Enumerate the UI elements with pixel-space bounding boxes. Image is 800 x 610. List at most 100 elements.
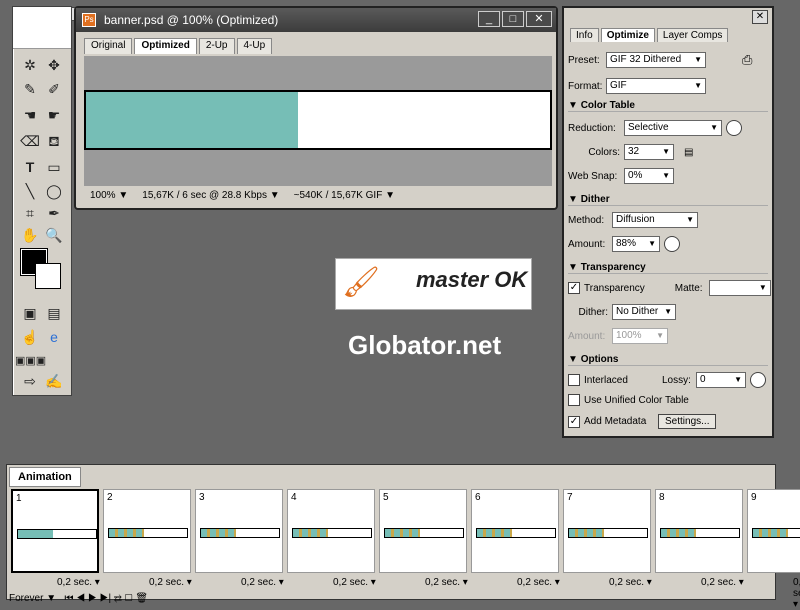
- edit-icon[interactable]: ✍: [43, 371, 65, 391]
- preset-select[interactable]: GIF 32 Dithered: [606, 52, 706, 68]
- settings-button[interactable]: Settings...: [658, 414, 717, 429]
- pen-icon[interactable]: ✎: [19, 79, 41, 99]
- method-select[interactable]: Diffusion: [612, 212, 698, 228]
- image-map-icon[interactable]: ▤: [43, 303, 65, 323]
- frame-delay[interactable]: 0,2 sec. ▾: [609, 577, 652, 588]
- loop-select[interactable]: Forever ▼ ⏮ ◀ ▶ ▶| ⇄ ▢ 🗑: [9, 593, 148, 604]
- animation-frame[interactable]: 7: [563, 489, 651, 573]
- frame-thumbnail: [200, 528, 280, 538]
- colors-label: Colors:: [588, 146, 620, 158]
- colors-select[interactable]: 32: [624, 144, 674, 160]
- reduction-select[interactable]: Selective: [624, 120, 722, 136]
- amount-select[interactable]: 88%: [612, 236, 660, 252]
- matte-select[interactable]: [708, 280, 771, 296]
- move-icon[interactable]: ✥: [43, 55, 65, 75]
- interlaced-checkbox[interactable]: [568, 374, 580, 386]
- optimize-panel: ✕ Info Optimize Layer Comps Preset: GIF 3…: [562, 6, 774, 438]
- frame-number: 1: [16, 493, 22, 504]
- frame-delay[interactable]: 0,2 sec. ▾: [149, 577, 192, 588]
- unified-color-table-checkbox[interactable]: [568, 394, 580, 406]
- frame-number: 5: [383, 492, 389, 503]
- line-icon[interactable]: ╲: [19, 181, 41, 201]
- frame-number: 3: [199, 492, 205, 503]
- tab-2-up[interactable]: 2-Up: [198, 38, 235, 54]
- animation-frame[interactable]: 3: [195, 489, 283, 573]
- dither2-select[interactable]: No Dither: [612, 304, 676, 320]
- animation-frame[interactable]: 5: [379, 489, 467, 573]
- tab-original[interactable]: Original: [84, 38, 133, 54]
- add-metadata-checkbox[interactable]: ✓: [568, 415, 580, 428]
- transparency-checkbox[interactable]: ✓: [568, 282, 580, 294]
- magic-wand-icon[interactable]: ✲: [19, 55, 41, 75]
- maximize-icon[interactable]: □: [502, 11, 524, 27]
- animation-frame[interactable]: 8: [655, 489, 743, 573]
- zoom-select[interactable]: 100% ▼: [90, 188, 128, 204]
- animation-frame[interactable]: 2: [103, 489, 191, 573]
- eyedropper-icon[interactable]: ✒: [43, 203, 65, 223]
- animation-frame[interactable]: 1: [11, 489, 99, 573]
- amount-label: Amount:: [568, 238, 606, 250]
- animation-palette: Animation 1 0,2 sec. ▾ 2 0,2 sec. ▾ 3 0,2 sec…: [6, 464, 800, 610]
- tab-animation[interactable]: Animation: [9, 467, 81, 487]
- photoshop-file-icon: Ps: [82, 13, 96, 27]
- tab-info[interactable]: Info: [570, 28, 599, 42]
- rectangle-icon[interactable]: ▭: [43, 157, 65, 177]
- color-table-icon[interactable]: ▤: [684, 147, 693, 158]
- frame-delay[interactable]: 0,2 sec. ▾: [425, 577, 468, 588]
- eraser-icon[interactable]: ⌫: [19, 131, 41, 151]
- hand-tool-icon[interactable]: ✋: [19, 225, 41, 245]
- tab-layer-comps[interactable]: Layer Comps: [656, 28, 729, 42]
- animation-frame[interactable]: 4: [287, 489, 375, 573]
- toggle-slices-icon[interactable]: ▣: [19, 303, 41, 323]
- image-canvas[interactable]: [84, 56, 552, 186]
- tab-optimize[interactable]: Optimize: [600, 28, 655, 42]
- frame-delay[interactable]: 0,2 sec. ▾: [241, 577, 284, 588]
- zoom-icon[interactable]: 🔍: [43, 225, 65, 245]
- hand-pointer-icon[interactable]: ☝: [19, 327, 41, 347]
- transparency-label: Transparency: [584, 282, 645, 294]
- frame-delay[interactable]: 0,2 sec. ▾: [701, 577, 744, 588]
- type-icon[interactable]: T: [19, 157, 41, 177]
- tab-optimized[interactable]: Optimized: [134, 38, 197, 54]
- optimize-menu-icon[interactable]: ⎙: [742, 52, 752, 68]
- reduction-label: Reduction:: [568, 122, 616, 134]
- frame-delay[interactable]: 0,2 sec. ▾: [333, 577, 376, 588]
- toolbox-header: ✕: [13, 7, 87, 49]
- close-icon[interactable]: ✕: [526, 11, 552, 27]
- document-title-bar[interactable]: Ps banner.psd @ 100% (Optimized) _ □ ✕: [76, 8, 556, 32]
- size-info-2[interactable]: ~540K / 15,67K GIF ▼: [294, 188, 395, 204]
- hand-select-icon[interactable]: ☚: [19, 105, 41, 125]
- frame-delay[interactable]: 0,2 sec. ▾: [793, 577, 800, 610]
- ellipse-icon[interactable]: ◯: [43, 181, 65, 201]
- websnap-select[interactable]: 0%: [624, 168, 674, 184]
- amount-option-icon[interactable]: [664, 236, 680, 252]
- jump-to-photoshop-icon[interactable]: ⇨: [19, 371, 41, 391]
- frame-number: 9: [751, 492, 757, 503]
- lossy-select[interactable]: 0: [696, 372, 746, 388]
- hand-icon[interactable]: ☛: [43, 105, 65, 125]
- frame-thumbnail: [568, 528, 648, 538]
- frame-delay[interactable]: 0,2 sec. ▾: [57, 577, 100, 588]
- background-color-swatch[interactable]: [35, 263, 61, 289]
- minimize-icon[interactable]: _: [478, 11, 500, 27]
- site-watermark: Globator.net: [348, 330, 502, 360]
- crop-icon[interactable]: ⌗: [19, 203, 41, 223]
- options-header: Options: [580, 354, 619, 365]
- browser-preview-icon[interactable]: e: [43, 327, 65, 347]
- reduction-option-icon[interactable]: [726, 120, 742, 136]
- tab-4-up[interactable]: 4-Up: [236, 38, 273, 54]
- paint-bucket-icon[interactable]: ⛾: [43, 131, 65, 151]
- format-select[interactable]: GIF: [606, 78, 706, 94]
- interlaced-label: Interlaced: [584, 374, 628, 386]
- frame-delay[interactable]: 0,2 sec. ▾: [517, 577, 560, 588]
- animation-frame[interactable]: 9: [747, 489, 800, 573]
- frame-number: 7: [567, 492, 573, 503]
- frame-thumbnail: [108, 528, 188, 538]
- slice-icon[interactable]: ✐: [43, 79, 65, 99]
- close-icon[interactable]: ✕: [752, 10, 768, 24]
- animation-frame[interactable]: 6: [471, 489, 559, 573]
- amount2-label: Amount:: [568, 330, 606, 342]
- size-info[interactable]: 15,67K / 6 sec @ 28.8 Kbps ▼: [142, 188, 279, 204]
- lossy-option-icon[interactable]: [750, 372, 766, 388]
- view-mode-icons[interactable]: ▣▣▣: [15, 351, 46, 371]
